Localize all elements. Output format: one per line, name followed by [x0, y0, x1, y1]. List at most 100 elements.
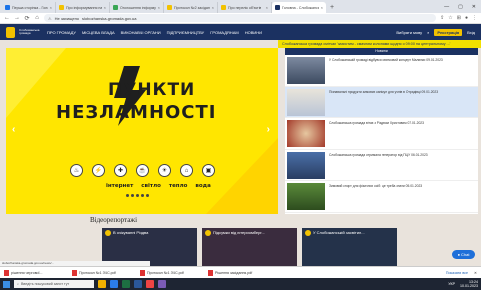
- next-slide-arrow[interactable]: ›: [267, 124, 270, 135]
- menu-item-business[interactable]: ПІДПРИЄМНИЦТВУ: [167, 30, 205, 35]
- prev-slide-arrow[interactable]: ‹: [12, 124, 15, 135]
- video-card[interactable]: Підсумки від ютериомберг...: [202, 228, 297, 266]
- news-item[interactable]: Слобожанська громада отримала генератор …: [285, 150, 478, 181]
- news-title[interactable]: Зимовий спорт для фізичних осіб: це треб…: [329, 183, 422, 210]
- slide-dot[interactable]: [131, 194, 134, 197]
- channel-avatar: [305, 230, 311, 236]
- news-title[interactable]: Слобожанська громада отримала генератор …: [329, 152, 428, 179]
- menu-item-local-government[interactable]: МІСЦЕВА ВЛАДА: [82, 30, 115, 35]
- minimize-button[interactable]: —: [444, 2, 449, 13]
- taskbar: ⌕ Введіть пошуковий запит тут УКР 13:24 …: [0, 278, 481, 290]
- close-tab-icon[interactable]: ×: [50, 5, 52, 10]
- language-indicator[interactable]: УКР: [448, 282, 455, 286]
- search-icon[interactable]: ⌕: [427, 30, 429, 35]
- menu-item-about[interactable]: ПРО ГРОМАДУ: [47, 30, 76, 35]
- word-heat: тепло: [168, 183, 188, 189]
- browser-tab[interactable]: Протокол №2 засідання комісії×: [164, 2, 218, 13]
- download-item[interactable]: Рішення засідання.pdf: [208, 269, 270, 276]
- news-item[interactable]: Пізнавальні продукти зимових канікул для…: [285, 86, 478, 118]
- browser-tab[interactable]: Головна - Слобожанська гром...×: [272, 2, 326, 13]
- excel-icon[interactable]: [122, 280, 130, 288]
- slide-dot[interactable]: [141, 194, 144, 197]
- close-tab-icon[interactable]: ×: [158, 5, 160, 10]
- charge-icon: ⚡: [92, 164, 105, 177]
- browser-tab[interactable]: Про перелік об'єктів ×: [218, 2, 272, 13]
- menu-dots-icon[interactable]: ⋮: [472, 15, 477, 21]
- menu-item-citizens[interactable]: ГРОМАДЯНАМ: [210, 30, 238, 35]
- download-item[interactable]: Протокол №1 ЗЧС.pdf: [140, 269, 202, 276]
- browser-tab[interactable]: Про інформування населення×: [56, 2, 110, 13]
- close-tab-icon[interactable]: ×: [212, 5, 214, 10]
- bookmark-star-icon[interactable]: ☆: [448, 15, 452, 21]
- main-menu: ПРО ГРОМАДУ МІСЦЕВА ВЛАДА ВИКОНАВЧІ ОРГА…: [47, 30, 262, 35]
- banner-words: інтернет світло тепло вода: [106, 183, 211, 189]
- banner-icons: ♨ ⚡ ✚ ☕ ☀ ⌂ ▣: [70, 164, 215, 177]
- close-window-button[interactable]: ✕: [472, 2, 476, 13]
- download-item[interactable]: Протокол №1 ЗЧС.pdf: [72, 269, 134, 276]
- video-title: У Слобожанській засвітил...: [313, 230, 365, 235]
- site-logo[interactable]: [6, 26, 15, 38]
- word-icon[interactable]: [134, 280, 142, 288]
- edge-icon[interactable]: [110, 280, 118, 288]
- tab-favicon-icon: [167, 5, 172, 10]
- windows-start-icon[interactable]: [3, 280, 10, 288]
- show-all-downloads-link[interactable]: Показати все: [446, 271, 468, 275]
- close-tab-icon[interactable]: ×: [266, 5, 268, 10]
- news-item[interactable]: Зимовий спорт для фізичних осіб: це треб…: [285, 181, 478, 213]
- hero-banner[interactable]: ‹ › ПУНКТИ НЕЗЛАМНОСТІ ♨ ⚡ ✚ ☕ ☀ ⌂ ▣ інт…: [6, 48, 278, 214]
- news-thumbnail: [287, 183, 325, 210]
- share-icon[interactable]: ⇪: [440, 15, 444, 21]
- slide-dot[interactable]: [146, 194, 149, 197]
- file-explorer-icon[interactable]: [98, 280, 106, 288]
- home-icon[interactable]: ⌂: [34, 15, 40, 21]
- news-header: Новини: [285, 48, 478, 55]
- forward-icon[interactable]: →: [14, 15, 20, 21]
- downloads-actions: Показати все ✕: [446, 271, 477, 275]
- tab-favicon-icon: [275, 5, 280, 10]
- reload-icon[interactable]: ⟳: [24, 15, 30, 22]
- news-title[interactable]: Слобожанська громада вітає з Різдвом Хри…: [329, 120, 424, 147]
- url-field[interactable]: ⚠ Не захищено slobozhanska-gromada.gov.u…: [44, 14, 437, 22]
- browser-tab[interactable]: Перша сторінка - Головне меню×: [2, 2, 56, 13]
- close-tab-icon[interactable]: ×: [104, 5, 106, 10]
- menu-item-executive-bodies[interactable]: ВИКОНАВЧІ ОРГАНИ: [121, 30, 161, 35]
- registration-button[interactable]: Реєстрація: [434, 28, 463, 36]
- word-internet: інтернет: [106, 183, 134, 189]
- profile-icon[interactable]: ●: [465, 15, 468, 21]
- tab-favicon-icon: [113, 5, 118, 10]
- news-title[interactable]: У Слобожанській громаді відбувся святков…: [329, 57, 443, 84]
- login-link[interactable]: Вхід: [467, 30, 475, 35]
- download-filename: рішення чергової...: [11, 270, 43, 275]
- download-filename: Протокол №1 ЗЧС.pdf: [147, 270, 184, 275]
- extensions-icon[interactable]: ⊞: [457, 15, 461, 21]
- video-card[interactable]: У Слобожанській засвітил...: [302, 228, 397, 266]
- menu-item-news[interactable]: НОВИНИ: [245, 30, 262, 35]
- maximize-button[interactable]: ▢: [458, 2, 463, 13]
- news-ticker[interactable]: Слобожанська громада смітчає 'захистим -…: [278, 40, 481, 48]
- back-icon[interactable]: ←: [4, 15, 10, 21]
- new-tab-button[interactable]: +: [326, 2, 338, 13]
- tab-favicon-icon: [5, 5, 10, 10]
- chrome-icon[interactable]: [146, 280, 154, 288]
- header-actions: Вибрати мову ⌕ Реєстрація Вхід: [396, 28, 475, 36]
- chat-button[interactable]: ● Chat: [452, 250, 475, 259]
- close-tab-icon[interactable]: ×: [321, 5, 323, 10]
- teams-icon[interactable]: [158, 280, 166, 288]
- browser-tab[interactable]: Оголошення інформування×: [110, 2, 164, 13]
- news-item[interactable]: У Слобожанській громаді відбувся святков…: [285, 55, 478, 87]
- language-select[interactable]: Вибрати мову: [396, 30, 422, 35]
- video-section: Відеорепортажі В очікуванні Різдва Підсу…: [6, 214, 478, 266]
- clock[interactable]: 13:24 10.01.2023: [460, 280, 478, 288]
- taskbar-search[interactable]: ⌕ Введіть пошуковий запит тут: [14, 280, 94, 288]
- banner-title-line2: НЕЗЛАМНОСТІ: [56, 102, 217, 123]
- news-title[interactable]: Пізнавальні продукти зимових канікул для…: [329, 89, 438, 116]
- download-item[interactable]: рішення чергової...: [4, 269, 66, 276]
- banner-title-line1: ПУНКТИ: [108, 80, 196, 100]
- close-downloads-button[interactable]: ✕: [474, 271, 477, 275]
- slide-dot[interactable]: [126, 194, 129, 197]
- news-item[interactable]: Слобожанська громада вітає з Різдвом Хри…: [285, 118, 478, 150]
- video-section-title: Відеорепортажі: [90, 216, 138, 224]
- tab-label: Протокол №2 засідання комісії: [174, 5, 210, 10]
- address-bar: ← → ⟳ ⌂ ⚠ Не захищено slobozhanska-groma…: [0, 13, 481, 24]
- slide-dot[interactable]: [136, 194, 139, 197]
